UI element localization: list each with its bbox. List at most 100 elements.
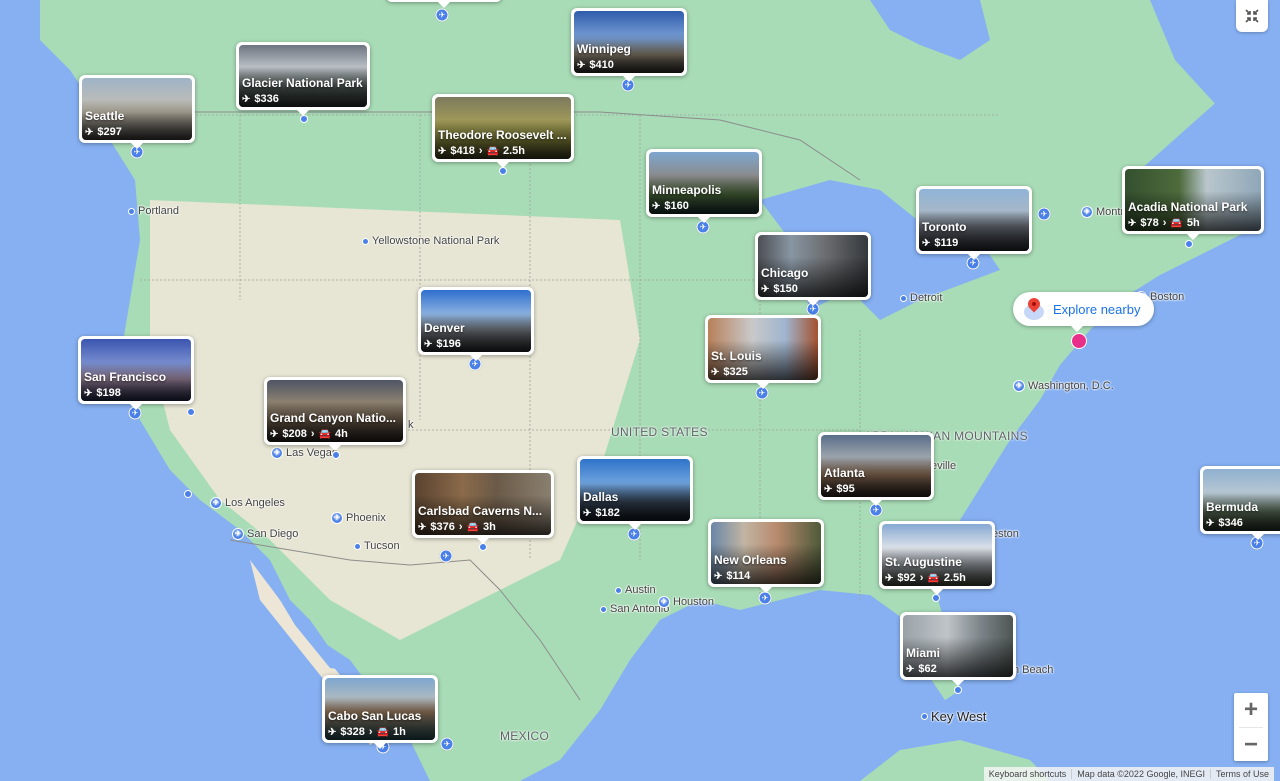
pin-glacier[interactable]: [300, 115, 308, 123]
pin-sacramento[interactable]: [187, 408, 195, 416]
destination-card-toronto[interactable]: Toronto ✈ $119: [916, 186, 1032, 260]
destination-card-acadia[interactable]: Acadia National Park ✈ $78 › 🚘 5h: [1122, 166, 1264, 240]
flight-icon: ✈: [85, 126, 94, 138]
destination-card-denver[interactable]: Denver ✈ $196: [418, 287, 534, 361]
place-name: Montr: [1096, 206, 1125, 218]
destination-card-miami[interactable]: Miami ✈ $62: [900, 612, 1016, 686]
destination-card-atlanta[interactable]: Atlanta ✈ $95: [818, 432, 934, 506]
destination-card-winnipeg[interactable]: Winnipeg ✈ $410: [571, 8, 687, 82]
car-icon: 🚘: [466, 521, 479, 533]
flight-icon: ✈: [714, 570, 723, 582]
destination-name: Bermuda: [1206, 500, 1259, 514]
pin-theodore-roosevelt[interactable]: [499, 167, 507, 175]
airport-pin-ottawa[interactable]: ✈: [1037, 207, 1051, 221]
place-label-key-west[interactable]: Key West: [921, 709, 986, 724]
place-name: eston: [992, 528, 1019, 540]
airport-pin-new-orleans[interactable]: ✈: [758, 591, 772, 605]
place-label-tucson[interactable]: Tucson: [354, 540, 400, 552]
destination-card-grand-canyon[interactable]: Grand Canyon Natio... ✈ $208 › 🚘 4h: [264, 377, 406, 451]
airport-icon: ✈: [1081, 206, 1093, 218]
current-location-marker[interactable]: [1071, 333, 1087, 349]
destination-name: Grand Canyon Natio...: [270, 411, 397, 425]
place-label-detroit[interactable]: Detroit: [900, 292, 942, 304]
city-dot-icon: [600, 605, 607, 613]
destination-name: Minneapolis: [652, 183, 722, 197]
destination-card-cabo[interactable]: Cabo San Lucas ✈ $328 › 🚘 1h: [322, 675, 438, 749]
pin-acadia[interactable]: [1185, 240, 1193, 248]
destination-name: St. Louis: [711, 349, 762, 363]
destination-name: Theodore Roosevelt ...: [438, 128, 567, 142]
destination-price: $196: [436, 338, 461, 350]
city-dot-icon: [900, 294, 907, 302]
destination-name: St. Augustine: [885, 555, 962, 569]
destination-card-seattle[interactable]: Seattle ✈ $297: [79, 75, 195, 149]
place-name: Austin: [625, 584, 656, 596]
zoom-out-button[interactable]: −: [1234, 728, 1268, 762]
explore-nearby-label: Explore nearby: [1053, 301, 1141, 317]
flight-icon: ✈: [885, 572, 894, 584]
airport-pin-offscreen[interactable]: ✈: [435, 8, 449, 22]
region-label-united-states: UNITED STATES: [611, 425, 708, 439]
place-label-charleston: eston: [992, 528, 1019, 540]
destination-card-dallas[interactable]: Dallas ✈ $182: [577, 456, 693, 530]
destination-price: $336: [254, 93, 279, 105]
place-label-washington-dc[interactable]: ✈ Washington, D.C.: [1013, 380, 1114, 392]
destination-card-theodore-roosevelt[interactable]: Theodore Roosevelt ... ✈ $418 › 🚘 2.5h: [432, 94, 574, 168]
destination-card-san-francisco[interactable]: San Francisco ✈ $198: [78, 336, 194, 410]
drive-time: 5h: [1186, 217, 1200, 229]
place-label-houston[interactable]: ✈ Houston: [658, 596, 714, 608]
flight-icon: ✈: [824, 483, 833, 495]
place-label-los-angeles[interactable]: ✈ Los Angeles: [210, 497, 285, 509]
keyboard-shortcuts-link[interactable]: Keyboard shortcuts: [984, 769, 1072, 779]
place-name: Yellowstone National Park: [372, 235, 500, 247]
car-icon: 🚘: [376, 726, 389, 738]
place-name: Tucson: [364, 540, 400, 552]
pin-grand-canyon[interactable]: [332, 451, 340, 459]
destination-card-minneapolis[interactable]: Minneapolis ✈ $160: [646, 149, 762, 223]
flight-icon: ✈: [583, 507, 592, 519]
chevron-right-icon: ›: [919, 572, 924, 584]
place-label-phoenix[interactable]: ✈ Phoenix: [331, 512, 386, 524]
zoom-in-button[interactable]: +: [1234, 693, 1268, 727]
destination-price: $325: [723, 366, 748, 378]
map-canvas[interactable]: UNITED STATES MEXICO APPALACHIAN MOUNTAI…: [0, 0, 1280, 781]
place-name: San Diego: [247, 528, 299, 540]
chevron-right-icon: ›: [368, 726, 373, 738]
pin-st-augustine[interactable]: [932, 594, 940, 602]
destination-name: Atlanta: [824, 466, 865, 480]
destination-card-carlsbad[interactable]: Carlsbad Caverns N... ✈ $376 › 🚘 3h: [412, 470, 554, 544]
destination-price: $198: [96, 387, 121, 399]
destination-price: $78: [1140, 217, 1159, 229]
airport-pin-mazatlan[interactable]: ✈: [440, 737, 454, 751]
pin-carlsbad[interactable]: [479, 543, 487, 551]
place-label-yellowstone[interactable]: Yellowstone National Park: [362, 235, 499, 247]
destination-price: $328: [340, 726, 365, 738]
destination-card-chicago[interactable]: Chicago ✈ $150: [755, 232, 871, 306]
destination-card-new-orleans[interactable]: New Orleans ✈ $114: [708, 519, 824, 593]
flight-icon: ✈: [84, 387, 93, 399]
flight-icon: ✈: [761, 283, 770, 295]
explore-nearby-button[interactable]: Explore nearby: [1013, 292, 1155, 332]
place-name: Detroit: [910, 292, 943, 304]
pin-miami[interactable]: [954, 686, 962, 694]
airport-pin-el-paso[interactable]: ✈: [439, 549, 453, 563]
place-label-las-vegas[interactable]: ✈ Las Vegas: [271, 447, 337, 459]
place-label-montreal[interactable]: ✈ Montr: [1081, 206, 1124, 218]
destination-card-st-augustine[interactable]: St. Augustine ✈ $92 › 🚘 2.5h: [879, 521, 995, 595]
destination-card-st-louis[interactable]: St. Louis ✈ $325: [705, 315, 821, 389]
destination-price: $410: [589, 59, 614, 71]
drive-time: 2.5h: [943, 572, 966, 584]
place-name: Boston: [1150, 291, 1185, 303]
place-label-austin[interactable]: Austin: [615, 584, 656, 596]
destination-price: $208: [282, 428, 307, 440]
place-label-portland[interactable]: Portland: [128, 205, 179, 217]
destination-card-offscreen[interactable]: [386, 0, 502, 8]
destination-card-glacier[interactable]: Glacier National Park ✈ $336: [236, 42, 370, 116]
map-pin-icon: [1023, 295, 1045, 320]
terms-of-use-link[interactable]: Terms of Use: [1209, 769, 1274, 779]
pin-santa-barbara[interactable]: [184, 490, 192, 498]
destination-price: $297: [97, 126, 122, 138]
exit-fullscreen-button[interactable]: [1236, 0, 1268, 32]
destination-card-bermuda[interactable]: Bermuda ✈ $346: [1200, 466, 1280, 540]
place-label-san-diego[interactable]: ✈ San Diego: [232, 528, 298, 540]
